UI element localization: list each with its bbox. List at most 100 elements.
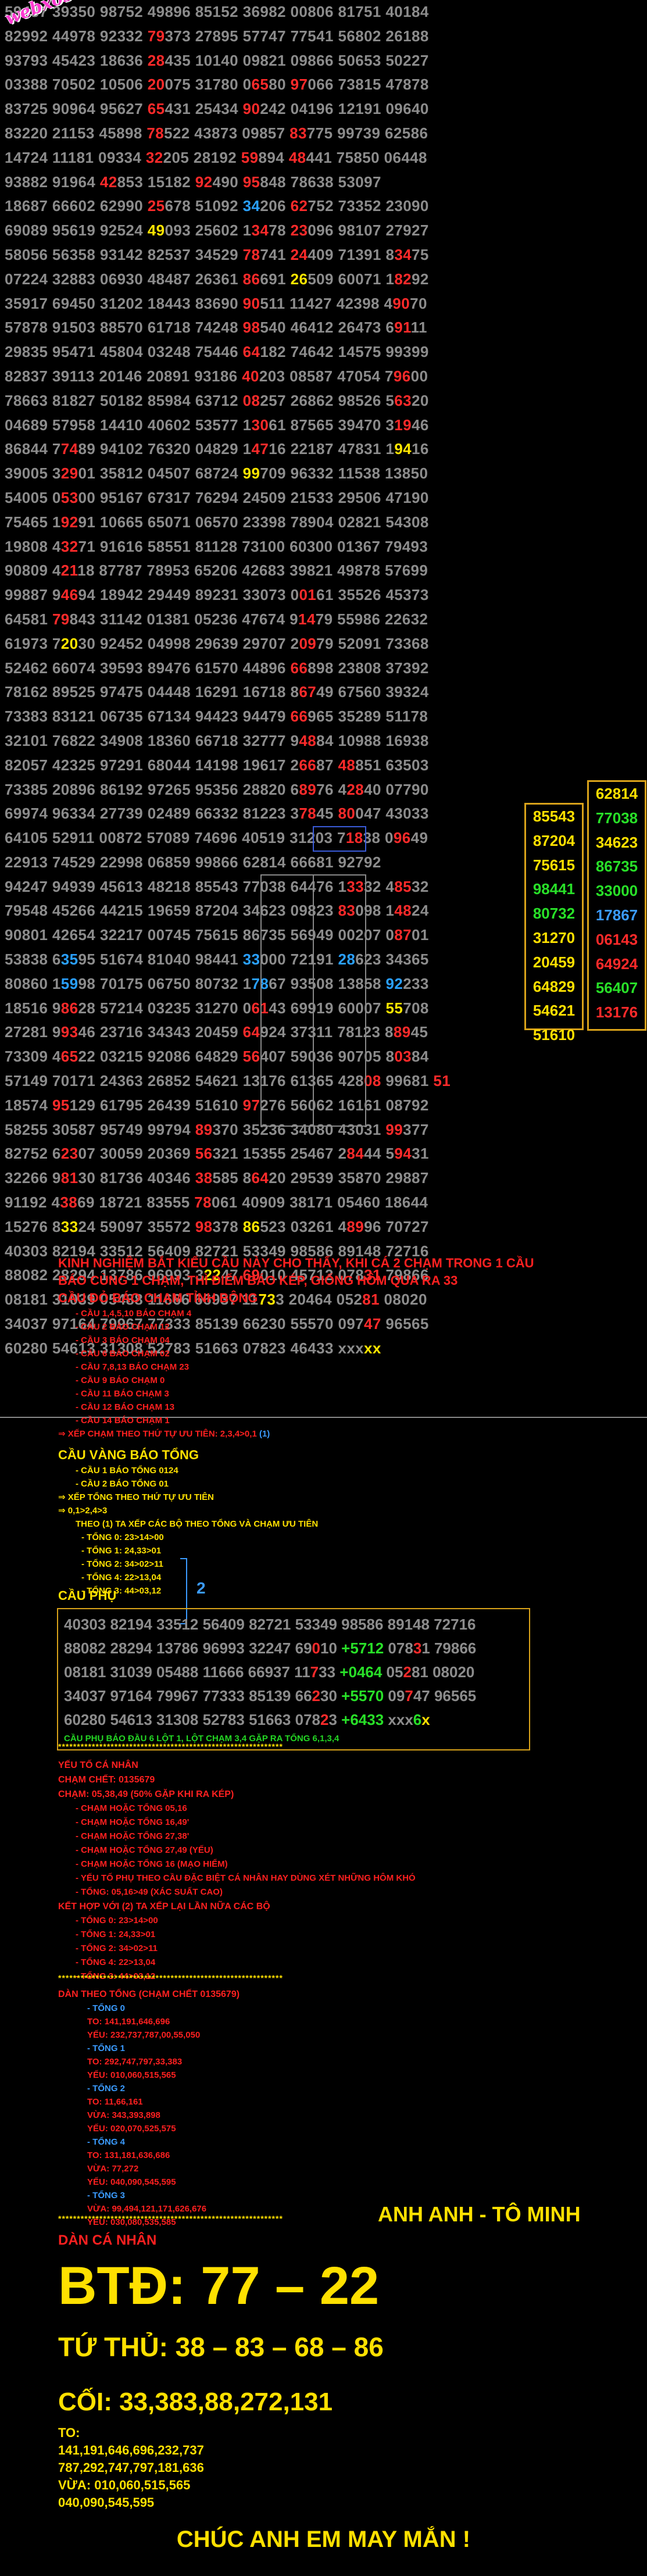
- cau-phu-segment: +0464: [339, 1663, 383, 1681]
- grid-segment: 71 91616 58551 81128 73100 60300 01367 7…: [78, 537, 428, 555]
- grid-segment: 540 46412 26473 6: [260, 319, 395, 337]
- grid-segment: 99: [385, 1120, 403, 1138]
- dan-theo-tong-block: DÀN THEO TỔNG (CHẠM CHẾT 0135679) - TỔNG…: [58, 1987, 240, 2229]
- list-item-text: CẦU 7,8,13 BÁO CHẠM 23: [81, 1362, 190, 1372]
- grid-segment: 965 35289 51178: [308, 708, 428, 726]
- grid-segment: 34: [251, 221, 269, 240]
- grid-segment: 87: [316, 756, 338, 774]
- grid-row: 86844 77489 94102 76320 04829 14716 2218…: [0, 437, 523, 462]
- grid-segment: 59: [241, 148, 259, 166]
- grid-segment: 14724 11181 09334: [5, 148, 146, 166]
- bullet-icon: -: [76, 1309, 81, 1319]
- list-item-text: CẦU 1 BÁO TỔNG 0124: [81, 1466, 178, 1475]
- grid-segment: 18574: [5, 1096, 52, 1114]
- side-box-value: 13176: [595, 1003, 638, 1021]
- list-item: - CẦU 3 BÁO CHẠM 04: [76, 1334, 534, 1347]
- cau-phu-segment: +5712: [341, 1639, 384, 1657]
- grid-segment: 39005 3: [5, 465, 61, 483]
- grid-segment: 82: [394, 270, 412, 288]
- bullet-icon: -: [76, 1335, 81, 1345]
- grid-segment: 94: [394, 440, 412, 458]
- grid-segment: 92: [412, 270, 429, 288]
- btd-value: BTĐ: 77 – 22: [58, 2256, 380, 2316]
- cau-vang-order: ⇒ 0,1>2,4>3: [58, 1506, 108, 1516]
- grid-segment: 84 10988 16938: [316, 731, 429, 749]
- grid-segment: 90: [392, 294, 410, 312]
- cau-phu-segment: 88082 28294 13786 96993 32247 69: [64, 1639, 312, 1657]
- list-item: - CẦU 6 BÁO CHẠM 02: [76, 1347, 534, 1360]
- cau-phu-segment: 40303 82194 33512 56409 82721 53349 9858…: [64, 1616, 476, 1633]
- grid-segment: 92: [60, 513, 78, 531]
- grid-segment: 01: [299, 586, 317, 604]
- grid-segment: 01: [411, 926, 429, 944]
- grid-segment: 08: [242, 391, 260, 409]
- grid-segment: 16 22187 47831 1: [269, 440, 395, 458]
- grid-segment: 65: [60, 1048, 78, 1066]
- grid-segment: 63: [394, 391, 412, 409]
- grid-segment: 48: [299, 731, 317, 749]
- grid-segment: 27281 9: [5, 1023, 61, 1041]
- grid-segment: 53: [60, 488, 78, 506]
- grid-segment: 14: [298, 610, 316, 628]
- dan-theo-tong-groups: - TỔNG 0 TO: 141,191,646,696 YẾU: 232,737,…: [58, 2002, 240, 2229]
- list-item: - CHẠM HOẶC TỔNG 27,49 (YẾU): [76, 1843, 416, 1857]
- grid-segment: 24: [412, 902, 429, 920]
- tong-group-line: YẾU: 010,060,515,565: [87, 2070, 176, 2080]
- cau-vang-block: CẦU VÀNG BÁO TỔNG - CẦU 1 BÁO TỔNG 0124 -…: [58, 1446, 319, 1624]
- list-item-text: CẦU 1,4,5,10 BÁO CHẠM 4: [81, 1309, 192, 1319]
- bullet-icon: -: [76, 1943, 81, 1953]
- cau-phu-segment: xxx: [384, 1711, 413, 1728]
- grid-frame-gray-2: [313, 874, 366, 1127]
- cau-vang-theo: THEO (1) TA XẾP CÁC BỘ THEO TỔNG VÀ CHẠM…: [76, 1519, 319, 1529]
- grid-segment: 20: [60, 634, 78, 652]
- cau-do-title: CẦU ĐỎ BÁO CHẠM TỈNH BỘNG: [58, 1291, 258, 1305]
- grid-segment: 70: [410, 294, 427, 312]
- cham-chet: CHẠM CHẾT: 0135679: [58, 1775, 155, 1785]
- cau-vang-title: CẦU VÀNG BÁO TỔNG: [58, 1448, 199, 1462]
- closing-message: CHÚC ANH EM MAY MẮN !: [176, 2527, 471, 2552]
- grid-segment: 28 57214 03235 31270 0: [78, 999, 252, 1017]
- cau-phu-segment: 34037 97164 79967 77333 85139 66: [64, 1687, 312, 1705]
- cau-phu-segment: 81 08020: [411, 1663, 475, 1681]
- grid-segment: 64: [251, 1169, 269, 1187]
- grid-segment: 31: [412, 1145, 429, 1163]
- grid-segment: 691: [260, 270, 291, 288]
- grid-segment: 89: [299, 780, 317, 798]
- grid-segment: 99887 9: [5, 586, 61, 604]
- grid-segment: 15276 8: [5, 1217, 61, 1235]
- grid-segment: 203 08587 47054 7: [259, 367, 394, 385]
- grid-segment: 51: [433, 1072, 451, 1090]
- grid-segment: 848 78638 53097: [260, 173, 381, 191]
- list-item-text: CHẠM HOẶC TỔNG 16,49': [81, 1817, 190, 1827]
- bullet-icon: -: [76, 1416, 81, 1425]
- side-box-value: 33000: [595, 882, 638, 900]
- grid-segment: 64581: [5, 610, 52, 628]
- grid-segment: 79: [147, 27, 165, 45]
- side-box-value: 98441: [532, 880, 575, 898]
- grid-segment: 80860 1: [5, 974, 61, 992]
- number-grid: 59437 39350 98752 49896 85152 36982 0080…: [0, 0, 523, 1361]
- grid-segment: 66: [299, 756, 317, 774]
- grid-segment: 58056 56358 93142 82537 34529: [5, 245, 243, 263]
- grid-row: 90809 42118 87787 78953 65206 42683 3982…: [0, 559, 523, 583]
- grid-row: 59437 39350 98752 49896 85152 36982 0080…: [0, 0, 523, 24]
- grid-segment: 07224 32883 06930 48487 26361: [5, 270, 243, 288]
- cau-phu-segment: x: [421, 1711, 430, 1728]
- bullet-icon: -: [81, 1532, 87, 1542]
- grid-segment: 09: [299, 634, 317, 652]
- final-line: VỪA: 010,060,515,565: [58, 2478, 191, 2492]
- bullet-icon: -: [81, 1546, 87, 1556]
- grid-row: 19808 43271 91616 58551 81128 73100 6030…: [0, 535, 523, 559]
- yeu-to-block: YẾU TỐ CÁ NHÂN CHẠM CHẾT: 0135679 CHẠM: …: [58, 1758, 416, 1984]
- grid-segment: 03388 70502 10506: [5, 76, 148, 94]
- grid-segment: 45: [316, 805, 338, 823]
- grid-segment: 49 67560 39324: [316, 683, 429, 701]
- grid-row: 39005 32901 35812 04507 68724 99709 9633…: [0, 462, 523, 486]
- list-item: - CHẠM HOẶC TỔNG 05,16: [76, 1802, 416, 1816]
- tong-bracket-number: 2: [196, 1579, 206, 1597]
- grid-segment: 29: [60, 465, 78, 483]
- grid-row: 82752 62307 30059 20369 56321 15355 2546…: [0, 1142, 523, 1166]
- grid-segment: 97: [290, 76, 308, 94]
- grid-segment: 83725 90964 95627: [5, 100, 148, 118]
- grid-segment: 94: [394, 1145, 412, 1163]
